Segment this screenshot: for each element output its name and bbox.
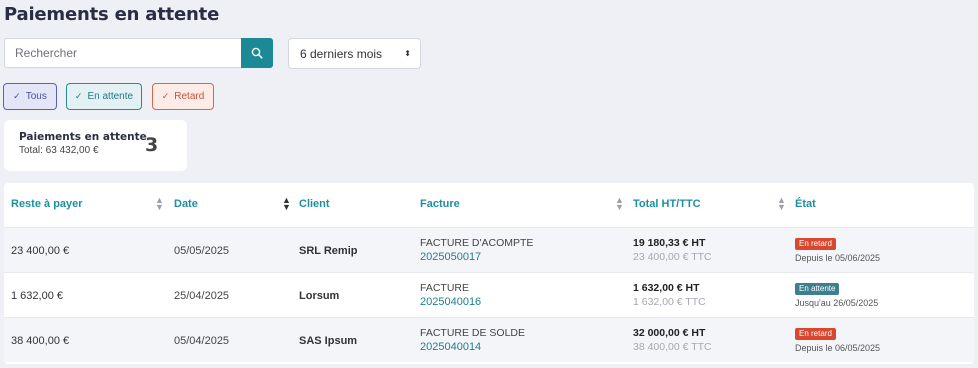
filter-chip-retard[interactable]: ✓ Retard — [152, 83, 214, 110]
search-button[interactable] — [241, 38, 273, 68]
total-ht: 1 632,00 € HT — [633, 282, 700, 294]
invoice-type: FACTURE — [420, 282, 470, 294]
reste-cell: 1 632,00 € — [11, 290, 63, 302]
invoice-number-link[interactable]: 2025040014 — [420, 341, 481, 353]
column-header-total[interactable]: Total HT/TTC — [633, 198, 701, 210]
column-header-reste[interactable]: Reste à payer — [11, 198, 83, 210]
table-row[interactable]: 23 400,00 € 05/05/2025 SRL Remip FACTURE… — [4, 227, 974, 272]
date-cell: 25/04/2025 — [174, 290, 230, 302]
status-detail: Jusqu'au 26/05/2025 — [795, 298, 879, 308]
total-ht: 32 000,00 € HT — [633, 327, 706, 339]
summary-card: Paiements en attente Total: 63 432,00 € … — [4, 120, 187, 171]
total-ttc: 38 400,00 € TTC — [633, 341, 712, 353]
search-bar — [4, 38, 273, 68]
filter-chip-label: En attente — [87, 91, 134, 102]
column-header-date[interactable]: Date — [174, 198, 198, 210]
client-cell: Lorsum — [299, 290, 340, 302]
invoice-type: FACTURE DE SOLDE — [420, 327, 526, 339]
status-badge: En retard — [795, 238, 836, 250]
search-icon — [251, 47, 263, 59]
payments-table: Reste à payer ▲ ▼ Date ▲ ▼ Client Facture … — [4, 183, 974, 364]
total-ttc: 1 632,00 € TTC — [633, 296, 706, 308]
page-title: Paiements en attente — [4, 4, 220, 25]
status-badge: En retard — [795, 328, 836, 340]
status-detail: Depuis le 05/06/2025 — [795, 253, 881, 263]
period-select[interactable]: 6 derniers mois ⬍ — [288, 38, 421, 69]
column-header-etat[interactable]: État — [795, 198, 816, 210]
total-ht: 19 180,33 € HT — [633, 237, 706, 249]
date-cell: 05/04/2025 — [174, 335, 230, 347]
sort-desc-icon[interactable]: ▲ ▼ — [282, 196, 291, 212]
period-select-value: 6 derniers mois — [300, 46, 383, 61]
select-arrows-icon: ⬍ — [404, 49, 411, 58]
summary-total: Total: 63 432,00 € — [19, 145, 99, 156]
date-cell: 05/05/2025 — [174, 245, 230, 257]
client-cell: SRL Remip — [299, 245, 358, 257]
sort-icon[interactable]: ▲ ▼ — [155, 196, 164, 212]
table-row[interactable]: 1 632,00 € 25/04/2025 Lorsum FACTURE 202… — [4, 272, 974, 317]
status-detail: Depuis le 06/05/2025 — [795, 343, 881, 353]
filter-chip-en-attente[interactable]: ✓ En attente — [66, 83, 142, 110]
filter-chip-tous[interactable]: ✓ Tous — [3, 83, 57, 110]
table-row[interactable]: 38 400,00 € 05/04/2025 SAS Ipsum FACTURE… — [4, 317, 974, 362]
check-icon: ✓ — [13, 91, 21, 101]
invoice-type: FACTURE D'ACOMPTE — [420, 237, 534, 249]
column-header-client[interactable]: Client — [299, 198, 330, 210]
invoice-number-link[interactable]: 2025040016 — [420, 296, 481, 308]
filter-chip-label: Retard — [174, 91, 205, 102]
column-header-facture[interactable]: Facture — [420, 198, 460, 210]
status-badge: En attente — [795, 283, 840, 295]
table-header: Reste à payer ▲ ▼ Date ▲ ▼ Client Facture … — [4, 183, 974, 227]
summary-title: Paiements en attente — [19, 131, 147, 143]
reste-cell: 38 400,00 € — [11, 335, 70, 347]
sort-icon[interactable]: ▲ ▼ — [615, 196, 624, 212]
total-ttc: 23 400,00 € TTC — [633, 251, 712, 263]
sort-icon[interactable]: ▲ ▼ — [777, 196, 786, 212]
check-icon: ✓ — [74, 91, 83, 101]
summary-count: 3 — [145, 134, 159, 156]
reste-cell: 23 400,00 € — [11, 245, 70, 257]
filter-chip-label: Tous — [25, 91, 47, 102]
search-input[interactable] — [4, 38, 241, 68]
check-icon: ✓ — [161, 91, 170, 101]
client-cell: SAS Ipsum — [299, 335, 358, 347]
invoice-number-link[interactable]: 2025050017 — [420, 251, 481, 263]
